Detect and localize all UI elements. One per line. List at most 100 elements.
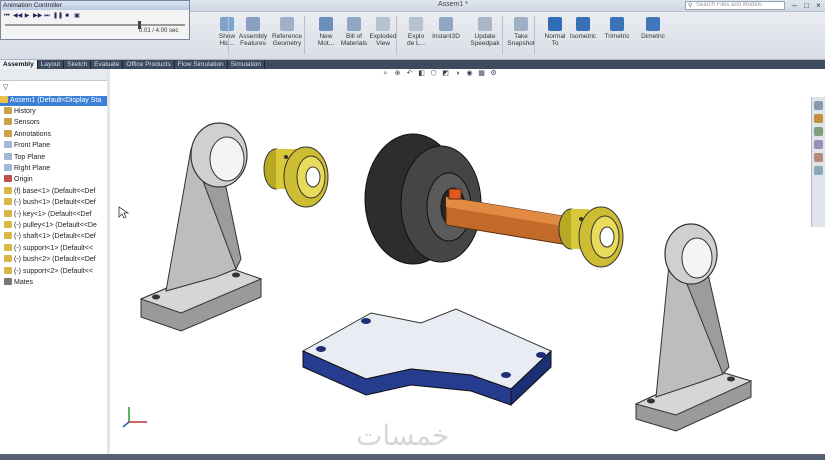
tree-item[interactable]: (-) support<2> (Default<< [4,266,93,277]
mouse-cursor-icon [118,206,130,219]
tab-evaluate[interactable]: Evaluate [91,60,124,69]
toolbar-icon-8 [478,17,492,31]
tree-item-label: Origin [14,176,33,184]
graphics-area[interactable]: ⌕ ⊕ ↶ ◧ ⬡ ◩ ◑ ◉ ▦ ⚙ خمسات [111,69,825,460]
animation-playback-buttons: ⏮ ◀◀ ▶ ▶▶ ⏭ ❚❚ ■ ▣ [3,12,81,20]
toolbar-button-1[interactable]: Assembly Features [238,17,268,55]
assembly-model[interactable] [111,69,825,460]
stop-icon[interactable]: ■ [63,12,71,20]
tree-root-assembly[interactable]: Assem1 (Default<Display Sta [0,96,110,106]
toolbar-button-3[interactable]: New Mot... [311,17,341,55]
pulley-part[interactable] [364,133,482,265]
tree-item[interactable]: History [4,107,36,117]
tree-item[interactable]: (-) bush<2> (Default<<Def [4,255,96,265]
tree-item[interactable]: (-) support<1> (Default<< [4,243,93,254]
feature-manager-tabs[interactable] [0,69,109,81]
tree-item[interactable]: Top Plane [4,152,46,163]
end-icon[interactable]: ⏭ [43,12,51,20]
toolbar-separator [228,16,229,54]
status-bar [0,454,825,460]
toolbar-button-5[interactable]: Exploded View [368,17,398,55]
tree-item-icon [4,164,12,171]
tree-item-label: (-) bush<1> (Default<<Def [14,199,96,207]
tab-office-products[interactable]: Office Products [123,60,175,69]
toolbar-label-12: Trimetric [604,33,630,40]
fast-forward-icon[interactable]: ▶▶ [33,12,42,20]
toolbar-icon-13 [646,17,660,31]
toolbar-icon-4 [347,17,361,31]
toolbar-button-4[interactable]: Bill of Materials [339,17,369,55]
support-2-part[interactable] [634,223,753,432]
toolbar-label-8: Update Speedpak [470,33,500,47]
toolbar-button-9[interactable]: Take Snapshot [506,17,536,55]
toolbar-separator [304,16,305,54]
animation-slider[interactable] [5,21,185,29]
toolbar-button-13[interactable]: Dimetric [638,17,668,55]
toolbar-button-2[interactable]: Reference Geometry [272,17,302,55]
save-icon[interactable]: ▣ [73,12,81,20]
tree-item-label: Annotations [14,130,51,138]
reference-triad-icon [122,407,147,428]
toolbar-button-10[interactable]: Normal To [540,17,570,55]
tab-layout[interactable]: Layout [38,60,65,69]
bush-1-part[interactable] [263,146,329,208]
filter-icon[interactable]: ▽ [3,83,8,91]
toolbar-label-10: Normal To [544,33,566,47]
start-icon[interactable]: ⏮ [3,12,11,20]
close-button[interactable]: × [814,1,823,10]
minimize-button[interactable]: – [790,1,799,10]
tree-item[interactable]: Annotations [4,129,51,140]
tree-item-label: (-) support<1> (Default<< [14,244,93,252]
toolbar-button-6[interactable]: Explo de L... [401,17,431,55]
tree-item[interactable]: Mates [4,278,33,288]
tree-item[interactable]: Front Plane [4,141,50,151]
play-icon[interactable]: ▶ [23,12,31,20]
tree-item-label: Top Plane [14,153,46,161]
toolbar-icon-6 [409,17,423,31]
tree-root-label: Assem1 (Default<Display Sta [10,97,102,104]
tree-item[interactable]: (-) bush<1> (Default<<Def [4,198,96,208]
toolbar-button-11[interactable]: Isometric [568,17,598,55]
tree-item[interactable]: Sensors [4,118,40,128]
tree-item[interactable]: (-) key<1> (Default<<Def [4,209,91,220]
bush-2-part[interactable] [558,206,624,268]
toolbar-label-9: Take Snapshot [507,33,535,47]
support-1-part[interactable] [139,122,263,332]
toolbar-button-12[interactable]: Trimetric [602,17,632,55]
tree-item-icon [4,209,12,217]
tab-flow-simulation[interactable]: Flow Simulation [175,60,228,69]
tab-assembly[interactable]: Assembly [0,60,38,69]
tree-item-icon [4,141,12,149]
tree-item-label: (-) support<2> (Default<< [14,267,93,275]
tree-item[interactable]: (-) pulley<1> (Default<<De [4,221,97,231]
tree-item-icon [4,118,12,126]
toolbar-icon-2 [280,17,294,31]
toolbar-separator [502,16,503,54]
command-tabs: Assembly Layout Sketch Evaluate Office Produ… [0,60,825,69]
tree-item-icon [4,266,12,274]
animation-controller-window[interactable]: Animation Controller ⏮ ◀◀ ▶ ▶▶ ⏭ ❚❚ ■ ▣ 0.01 / … [0,0,190,40]
toolbar-icon-7 [439,17,453,31]
tree-item-label: (-) bush<2> (Default<<Def [14,256,96,264]
toolbar-icon-5 [376,17,390,31]
toolbar-button-8[interactable]: Update Speedpak [470,17,500,55]
toolbar-label-7: Instant3D [432,33,460,40]
tree-item[interactable]: (f) base<1> (Default<<Def [4,186,95,197]
watermark-text: خمسات [356,419,450,452]
tree-item-icon [4,107,12,114]
tree-scrollbar[interactable] [107,69,110,460]
tree-item-icon [4,232,12,240]
tree-item[interactable]: (-) shaft<1> (Default<<Def [4,232,96,242]
tab-sketch[interactable]: Sketch [64,60,92,69]
maximize-button[interactable]: □ [802,1,811,10]
tree-item[interactable]: Origin [4,175,33,185]
pause-icon[interactable]: ❚❚ [53,12,63,20]
tree-item[interactable]: Right Plane [4,164,50,174]
toolbar-icon-0 [220,17,234,31]
search-input[interactable]: ⚲ Search Files and Models [685,1,785,10]
toolbar-button-7[interactable]: Instant3D [431,17,461,55]
base-part[interactable] [301,308,552,407]
rewind-icon[interactable]: ◀◀ [13,12,22,20]
toolbar-label-5: Exploded View [369,33,397,47]
tab-simulation[interactable]: Simulation [228,60,265,69]
